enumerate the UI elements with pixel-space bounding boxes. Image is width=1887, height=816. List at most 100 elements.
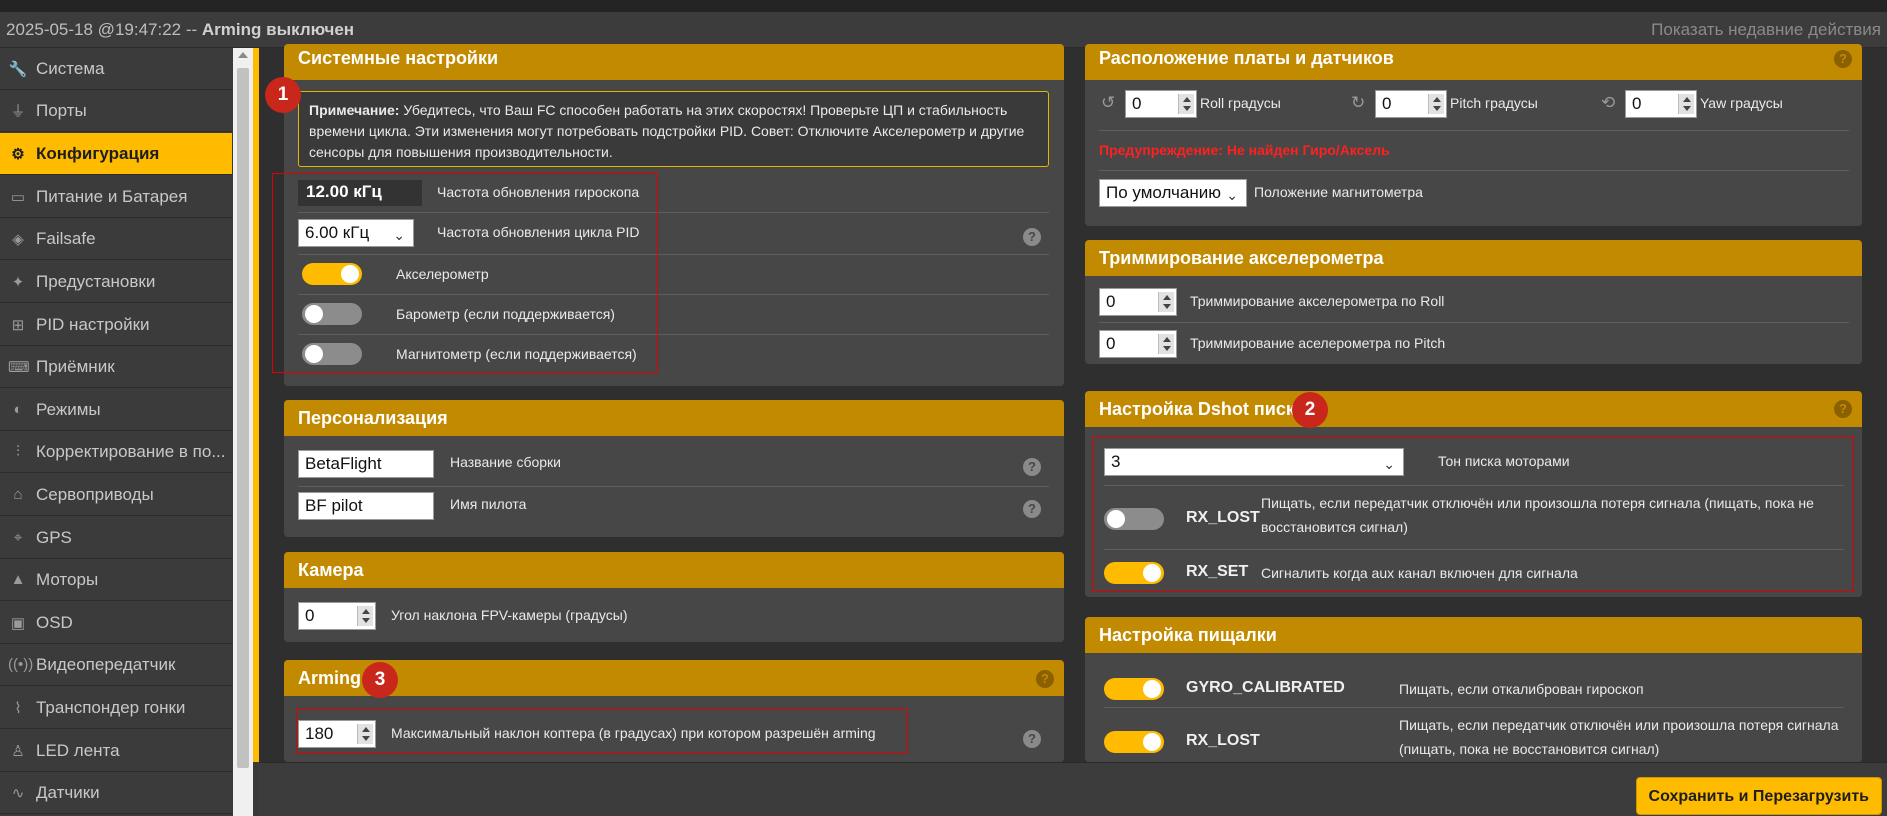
sidebar-item-power[interactable]: ▭ Питание и Батарея (0, 176, 232, 218)
accel-trim-pitch-value: 0 (1106, 334, 1116, 353)
beeper-gyro-calibrated-desc: Пищать, если откалиброван гироскоп (1399, 681, 1644, 697)
sidebar-scrollbar[interactable] (233, 48, 253, 816)
help-icon[interactable]: ? (1036, 670, 1054, 688)
mag-alignment-value: По умолчанию (1106, 183, 1221, 202)
beeper-gyro-calibrated-toggle[interactable] (1104, 678, 1164, 700)
note-box: Примечание: Убедитесь, что Ваш FC способ… (298, 91, 1049, 167)
sidebar-item-label: Видеопередатчик (36, 654, 176, 674)
stepper-icon[interactable] (1428, 94, 1444, 114)
servo-icon: ⌂ (13, 486, 23, 503)
magic-wand-icon: ✦ (11, 273, 25, 291)
accel-trim-pitch-input[interactable]: 0 (1099, 330, 1177, 358)
sidebar-item-transponder[interactable]: ⌇ Транспондер гонки (0, 687, 232, 729)
stepper-icon[interactable] (1158, 334, 1174, 354)
highlight-box-2 (1092, 436, 1854, 592)
sidebar-item-label: Корректирование в по... (36, 441, 226, 461)
divider (1099, 130, 1849, 131)
sidebar-item-adjustments[interactable]: ⫶ Корректирование в по... (0, 431, 232, 473)
sidebar-item-label: LED лента (36, 740, 120, 760)
stepper-icon[interactable] (1158, 292, 1174, 312)
pitch-degrees-label: Pitch градусы (1450, 95, 1538, 111)
mag-alignment-select[interactable]: По умолчанию ⌄ (1099, 179, 1247, 207)
sidebar-item-servos[interactable]: ⌂ Сервоприводы (0, 474, 232, 516)
step-badge-1: 1 (265, 77, 301, 113)
status-info: 2025-05-18 @19:47:22 -- Arming выключен (6, 20, 354, 40)
panel-title: Системные настройки (284, 44, 1064, 80)
accel-trim-roll-input[interactable]: 0 (1099, 288, 1177, 316)
title-strip (0, 0, 1887, 12)
pulse-icon: ∿ (11, 784, 25, 802)
divider (1099, 170, 1849, 171)
sidebar-item-ports[interactable]: ⏚ Порты (0, 90, 232, 132)
camera-angle-value: 0 (305, 606, 315, 625)
scrollbar-thumb[interactable] (237, 68, 249, 768)
sidebar-item-modes[interactable]: ◐ Режимы (0, 389, 232, 431)
sidebar: 🔧 Система ⏚ Порты ⚙ Конфигурация ▭ Питание и… (0, 48, 232, 816)
pilot-name-input[interactable]: BF pilot (298, 492, 434, 520)
panel-title: Триммирование акселерометра (1085, 240, 1862, 276)
sensor-warning: Предупреждение: Не найден Гиро/Аксель (1099, 142, 1390, 158)
sidebar-item-label: Питание и Батарея (36, 186, 188, 206)
toggle-icon: ◐ (13, 401, 23, 418)
save-and-reboot-button[interactable]: Сохранить и Перезагрузить (1635, 777, 1882, 815)
camera-angle-input[interactable]: 0 (298, 602, 376, 630)
sidebar-item-label: Транспондер гонки (36, 697, 186, 717)
sidebar-item-configuration[interactable]: ⚙ Конфигурация (0, 133, 232, 175)
accent-line (253, 48, 259, 762)
mag-alignment-label: Положение магнитометра (1254, 184, 1423, 200)
roll-degrees-value: 0 (1132, 94, 1142, 113)
sidebar-item-sensors[interactable]: ∿ Датчики (0, 772, 232, 814)
sidebar-item-label: Датчики (36, 782, 100, 802)
craft-name-input[interactable]: BetaFlight (298, 450, 434, 478)
yaw-degrees-input[interactable]: 0 (1625, 90, 1697, 118)
sidebar-item-label: PID настройки (36, 314, 150, 334)
pitch-degrees-input[interactable]: 0 (1375, 90, 1447, 118)
show-recent-actions-link[interactable]: Показать недавние действия (1651, 20, 1881, 40)
highlight-box-3 (296, 708, 908, 754)
pitch-icon: ↻ (1351, 93, 1366, 112)
help-icon[interactable]: ? (1023, 458, 1041, 476)
sidebar-item-led[interactable]: ♙ LED лента (0, 730, 232, 772)
sidebar-item-label: Порты (36, 100, 87, 120)
footer-bar: Сохранить и Перезагрузить (259, 762, 1887, 816)
help-icon[interactable]: ? (1834, 50, 1852, 68)
beeper-rx-lost-desc: Пищать, если передатчик отключён или про… (1399, 717, 1839, 757)
stepper-icon[interactable] (1178, 94, 1194, 114)
note-title: Примечание: (309, 102, 400, 118)
sidebar-item-label: Приёмник (36, 356, 115, 376)
help-icon[interactable]: ? (1834, 400, 1852, 418)
sidebar-item-osd[interactable]: ▣ OSD (0, 602, 232, 644)
status-bar: 2025-05-18 @19:47:22 -- Arming выключен … (0, 12, 1887, 48)
divider (1099, 322, 1849, 323)
sidebar-item-system[interactable]: 🔧 Система (0, 48, 232, 90)
help-icon[interactable]: ? (1023, 730, 1041, 748)
sidebar-item-label: Failsafe (36, 228, 96, 248)
panel-title: Arming (284, 660, 1064, 696)
roll-degrees-input[interactable]: 0 (1125, 90, 1197, 118)
stepper-icon[interactable] (1678, 94, 1694, 114)
roll-degrees-label: Roll градусы (1200, 95, 1281, 111)
sidebar-item-label: Система (36, 58, 105, 78)
led-icon: ♙ (11, 742, 25, 760)
step-badge-2: 2 (1292, 392, 1328, 428)
scroll-up-icon[interactable] (238, 52, 248, 58)
sidebar-item-label: Конфигурация (36, 143, 160, 163)
sidebar-item-motors[interactable]: ▲ Моторы (0, 559, 232, 601)
beeper-rx-lost-name: RX_LOST (1186, 732, 1260, 749)
sidebar-item-failsafe[interactable]: ◈ Failsafe (0, 218, 232, 260)
camera-panel: Камера 0 Угол наклона FPV-камеры (градус… (284, 552, 1064, 642)
help-icon[interactable]: ? (1023, 228, 1041, 246)
sidebar-item-gps[interactable]: ⌖ GPS (0, 517, 232, 559)
sidebar-item-receiver[interactable]: ⌨ Приёмник (0, 346, 232, 388)
yaw-degrees-label: Yaw градусы (1700, 95, 1783, 111)
broadcast-icon: ((•)) (8, 656, 34, 673)
sidebar-item-presets[interactable]: ✦ Предустановки (0, 261, 232, 303)
roll-icon: ↺ (1101, 93, 1116, 112)
sidebar-item-pid[interactable]: ⊞ PID настройки (0, 304, 232, 346)
stepper-icon[interactable] (357, 606, 373, 626)
accel-trim-panel: Триммирование акселерометра 0 Триммирова… (1085, 240, 1862, 364)
yaw-degrees-value: 0 (1632, 94, 1642, 113)
help-icon[interactable]: ? (1023, 500, 1041, 518)
sidebar-item-vtx[interactable]: ((•)) Видеопередатчик (0, 644, 232, 686)
beeper-rx-lost-toggle[interactable] (1104, 731, 1164, 753)
